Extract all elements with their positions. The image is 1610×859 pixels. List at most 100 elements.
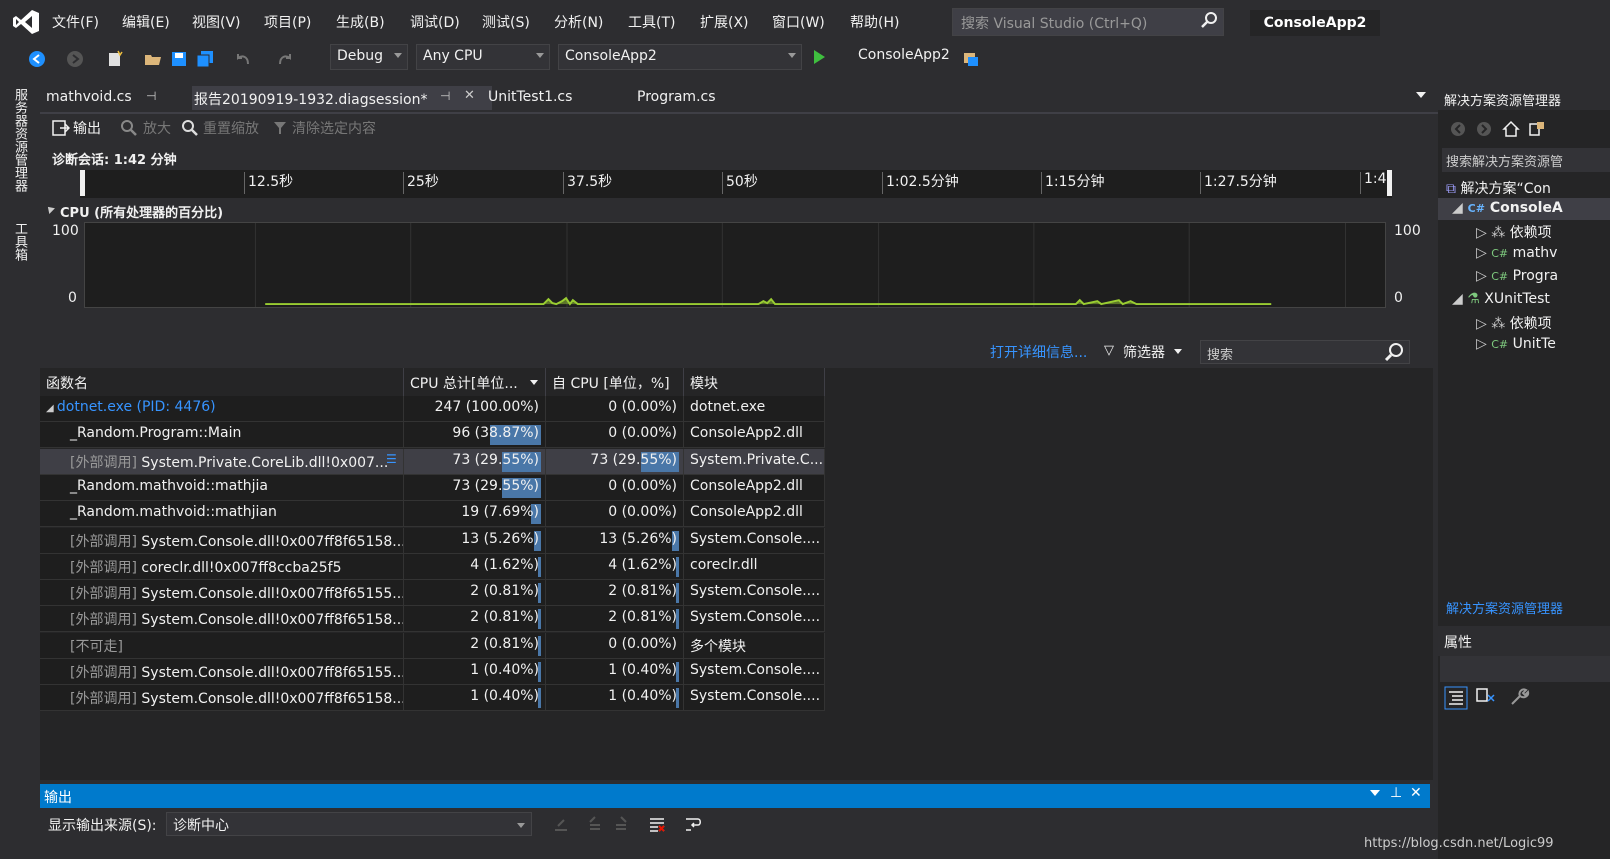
solution-node[interactable]: ⧉ 解决方案“Con	[1446, 178, 1551, 198]
menu-test[interactable]: 测试(S)	[482, 12, 530, 32]
next-message-icon[interactable]	[612, 815, 630, 833]
home-icon[interactable]	[1502, 120, 1520, 138]
table-row[interactable]: [外部调用] coreclr.dll!0x007ff8ccba25f5 4 (1.…	[40, 554, 825, 580]
menu-build[interactable]: 生成(B)	[336, 12, 385, 32]
output-source-select[interactable]: 诊断中心	[166, 812, 532, 836]
word-wrap-icon[interactable]	[684, 815, 702, 833]
zoom-in-button[interactable]: 放大	[143, 118, 171, 138]
new-item-icon[interactable]	[106, 50, 124, 68]
pin-icon[interactable]: ⊥	[1390, 785, 1402, 801]
self-cpu-cell: 2 (0.81%)	[546, 580, 684, 606]
table-row[interactable]: [外部调用] System.Console.dll!0x007ff8f65155…	[40, 659, 825, 685]
tab-overflow-icon[interactable]	[1416, 92, 1426, 98]
menu-help[interactable]: 帮助(H)	[850, 12, 899, 32]
side-tab-server-explorer[interactable]: 服务器资源管理器	[10, 88, 29, 192]
search-input[interactable]: 搜索 Visual Studio (Ctrl+Q)	[952, 8, 1224, 36]
column-header-total-cpu[interactable]: CPU 总计[单位...	[404, 368, 546, 396]
back-icon[interactable]	[1450, 121, 1466, 137]
cpu-usage-line	[265, 296, 1272, 306]
filter-button[interactable]: 筛选器	[1123, 342, 1165, 362]
menu-view[interactable]: 视图(V)	[192, 12, 241, 32]
module-cell: dotnet.exe	[684, 396, 825, 422]
table-row[interactable]: [外部调用] System.Private.CoreLib.dll!0x007.…	[40, 449, 825, 475]
collapse-arrow-icon[interactable]	[45, 204, 55, 214]
menu-analyze[interactable]: 分析(N)	[554, 12, 603, 32]
cpu-usage-graph[interactable]	[84, 222, 1386, 308]
pin-icon[interactable]: ⊣	[146, 89, 156, 103]
project-node-consoleapp[interactable]: ◢ C# ConsoleA	[1452, 200, 1563, 216]
column-header-function[interactable]: 函数名	[40, 368, 404, 396]
project-node-xunittest[interactable]: ◢ ⚗ XUnitTest	[1452, 291, 1550, 307]
file-node-program-label: Progra	[1512, 268, 1559, 284]
property-pages-icon[interactable]	[1508, 686, 1530, 708]
start-debug-button[interactable]: ConsoleApp2	[858, 47, 950, 63]
clear-selection-button[interactable]: 清除选定内容	[292, 118, 376, 138]
reset-zoom-button[interactable]: 重置缩放	[203, 118, 259, 138]
side-tab-toolbox[interactable]: 工具箱	[10, 222, 29, 261]
configuration-select[interactable]: Debug	[330, 44, 408, 70]
pin-icon[interactable]: ⊣	[440, 89, 450, 103]
platform-select[interactable]: Any CPU	[416, 44, 550, 70]
properties-object-select[interactable]	[1440, 656, 1610, 682]
open-folder-icon[interactable]	[144, 50, 162, 68]
menu-file[interactable]: 文件(F)	[52, 12, 99, 32]
table-row[interactable]: _Random.Program::Main 96 (38.87%) 0 (0.00%…	[40, 422, 825, 448]
menu-debug[interactable]: 调试(D)	[410, 12, 460, 32]
start-debug-icon[interactable]	[810, 48, 828, 66]
menu-extensions[interactable]: 扩展(X)	[700, 12, 749, 32]
alphabetical-icon[interactable]	[1474, 686, 1496, 708]
back-icon[interactable]	[28, 50, 46, 68]
undo-icon[interactable]	[234, 50, 252, 68]
previous-message-icon[interactable]	[586, 815, 604, 833]
menu-tools[interactable]: 工具(T)	[628, 12, 675, 32]
clear-all-icon[interactable]	[648, 815, 666, 833]
column-header-module[interactable]: 模块	[684, 368, 825, 396]
close-icon[interactable]: ✕	[1410, 785, 1422, 801]
window-menu-icon[interactable]	[1370, 790, 1380, 796]
search-icon[interactable]	[1200, 11, 1218, 29]
redo-icon[interactable]	[276, 50, 294, 68]
table-row[interactable]: [外部调用] System.Console.dll!0x007ff8f65155…	[40, 580, 825, 606]
startup-project-select[interactable]: ConsoleApp2	[558, 44, 802, 70]
tab-program[interactable]: Program.cs	[637, 89, 716, 105]
find-message-icon[interactable]	[552, 815, 570, 833]
solution-explorer-tab-link[interactable]: 解决方案资源管理器	[1446, 598, 1563, 617]
file-node-mathvoid[interactable]: ▷ C# mathv	[1476, 245, 1557, 261]
dependencies-node[interactable]: ▷ ⁂ 依赖项	[1476, 222, 1552, 242]
file-node-unittest[interactable]: ▷ C# UnitTe	[1476, 336, 1556, 352]
tab-mathvoid[interactable]: mathvoid.cs	[46, 89, 132, 105]
forward-icon[interactable]	[1476, 121, 1492, 137]
timeline-end-handle[interactable]	[1387, 170, 1392, 196]
save-all-icon[interactable]	[196, 50, 214, 68]
expanded-arrow-icon[interactable]: ◢	[46, 403, 57, 414]
timeline-start-handle[interactable]	[80, 170, 85, 196]
menu-window[interactable]: 窗口(W)	[772, 12, 825, 32]
close-icon[interactable]: ✕	[464, 88, 475, 103]
menu-edit[interactable]: 编辑(E)	[122, 12, 170, 32]
search-icon[interactable]	[1384, 342, 1404, 362]
file-node-program[interactable]: ▷ C# Progra	[1476, 268, 1558, 284]
save-icon[interactable]	[170, 50, 188, 68]
menu-project[interactable]: 项目(P)	[264, 12, 311, 32]
call-tree-search-input[interactable]: 搜索	[1200, 340, 1410, 364]
table-row[interactable]: [不可走] 2 (0.81%) 0 (0.00%) 多个模块	[40, 633, 825, 659]
forward-icon[interactable]	[66, 50, 84, 68]
table-row[interactable]: [外部调用] System.Console.dll!0x007ff8f65158…	[40, 528, 825, 554]
table-row[interactable]: ◢ dotnet.exe (PID: 4476) 247 (100.00%) 0 (…	[40, 396, 825, 422]
browser-link-icon[interactable]	[962, 50, 980, 68]
tab-unittest1[interactable]: UnitTest1.cs	[488, 89, 572, 105]
table-row[interactable]: _Random.mathvoid::mathjian 19 (7.69%) 0 (0…	[40, 501, 825, 527]
dependencies-node[interactable]: ▷ ⁂ 依赖项	[1476, 313, 1552, 333]
total-cpu-cell: 13 (5.26%)	[404, 528, 546, 554]
table-row[interactable]: [外部调用] System.Console.dll!0x007ff8f65158…	[40, 685, 825, 711]
categorized-icon[interactable]	[1444, 686, 1468, 710]
solution-search-input[interactable]: 搜索解决方案资源管	[1442, 148, 1610, 172]
table-row[interactable]: _Random.mathvoid::mathjia 73 (29.55%) 0 (0…	[40, 475, 825, 501]
tab-diagsession[interactable]: 报告20190919-1932.diagsession*	[194, 89, 427, 109]
output-button[interactable]: 输出	[73, 118, 101, 138]
show-source-icon[interactable]: ☰	[386, 452, 397, 466]
switch-views-icon[interactable]	[1528, 120, 1546, 138]
open-details-link[interactable]: 打开详细信息...	[990, 342, 1087, 362]
column-header-self-cpu[interactable]: 自 CPU [单位，%]	[546, 368, 684, 396]
table-row[interactable]: [外部调用] System.Console.dll!0x007ff8f65158…	[40, 606, 825, 632]
